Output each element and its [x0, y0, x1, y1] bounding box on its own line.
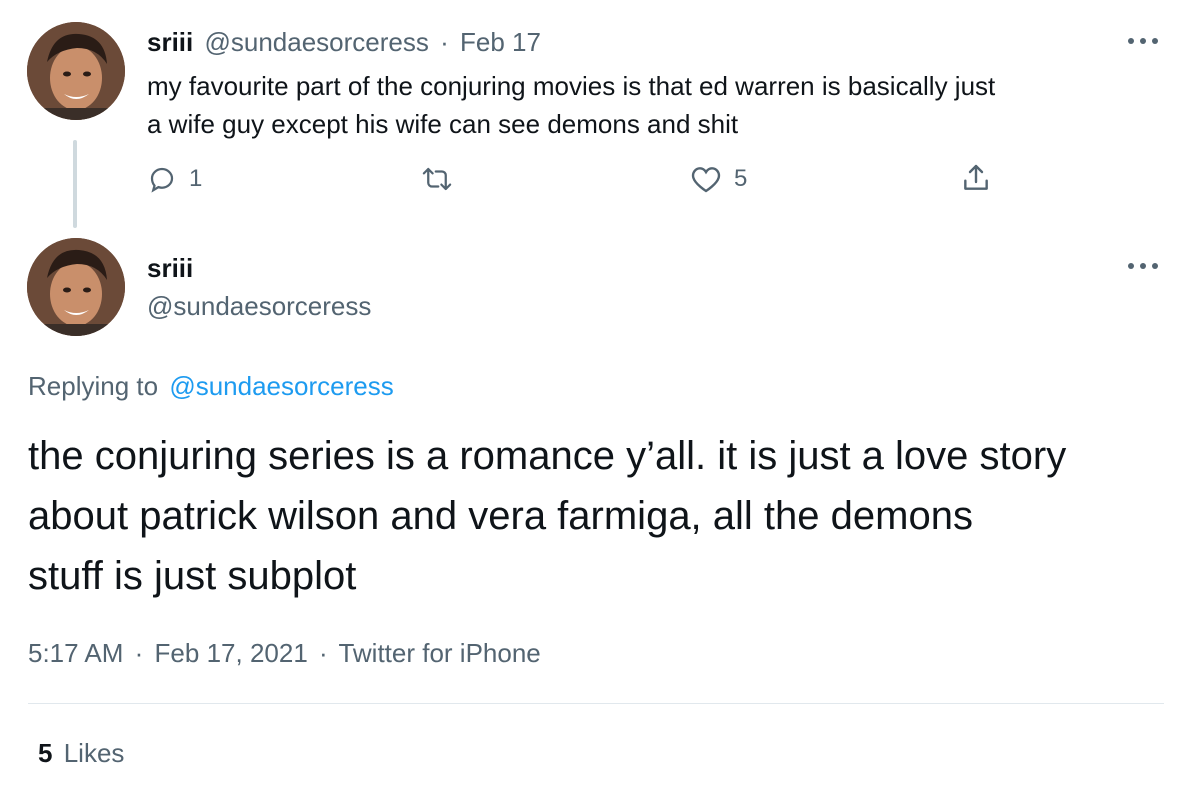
- tweet-text-line: a wife guy except his wife can see demon…: [147, 109, 739, 139]
- like-count: 5: [734, 165, 748, 192]
- tweet-date[interactable]: Feb 17: [460, 27, 541, 57]
- replying-to-handle[interactable]: @sundaesorceress: [169, 371, 393, 401]
- tweet-date[interactable]: Feb 17, 2021: [155, 638, 308, 668]
- replying-to-label: Replying to: [28, 371, 159, 401]
- divider: [28, 703, 1164, 704]
- retweet-button[interactable]: [420, 164, 466, 194]
- share-icon: [964, 164, 988, 190]
- replying-to: Replying to @sundaesorceress: [28, 369, 394, 403]
- more-icon[interactable]: [1128, 36, 1162, 46]
- reply-button[interactable]: 1: [147, 164, 202, 194]
- avatar[interactable]: [27, 22, 125, 120]
- tweet-text-line: the conjuring series is a romance y’all.…: [28, 434, 1067, 478]
- tweet-time[interactable]: 5:17 AM: [28, 638, 123, 668]
- retweet-icon: [422, 167, 452, 191]
- more-icon[interactable]: [1128, 261, 1162, 271]
- likes-stat[interactable]: 5 Likes: [38, 736, 124, 770]
- handle[interactable]: @sundaesorceress: [204, 27, 428, 57]
- reply-icon: [150, 167, 174, 193]
- tweet-text-line: stuff is just subplot: [28, 554, 357, 598]
- main-tweet-text: the conjuring series is a romance y’all.…: [28, 426, 1066, 606]
- parent-tweet-header: sriii @sundaesorceress · Feb 17: [147, 26, 541, 58]
- reply-count: 1: [189, 165, 203, 192]
- likes-count: 5: [38, 738, 53, 768]
- parent-tweet-text: my favourite part of the conjuring movie…: [147, 67, 995, 143]
- likes-label: Likes: [63, 738, 125, 768]
- tweet-meta: 5:17 AM · Feb 17, 2021 · Twitter for iPh…: [28, 636, 541, 670]
- tweet-source[interactable]: Twitter for iPhone: [338, 638, 540, 668]
- like-button[interactable]: 5: [690, 164, 747, 194]
- thread-line: [73, 140, 77, 228]
- like-icon: [691, 167, 721, 193]
- display-name[interactable]: sriii: [147, 27, 193, 57]
- separator: ·: [440, 27, 449, 57]
- separator: ·: [319, 638, 328, 668]
- tweet-text-line: my favourite part of the conjuring movie…: [147, 71, 996, 101]
- share-button[interactable]: [960, 162, 992, 194]
- separator: ·: [134, 638, 144, 668]
- handle[interactable]: @sundaesorceress: [147, 290, 371, 322]
- tweet-text-line: about patrick wilson and vera farmiga, a…: [28, 494, 973, 538]
- avatar[interactable]: [27, 238, 125, 336]
- display-name[interactable]: sriii: [147, 252, 193, 284]
